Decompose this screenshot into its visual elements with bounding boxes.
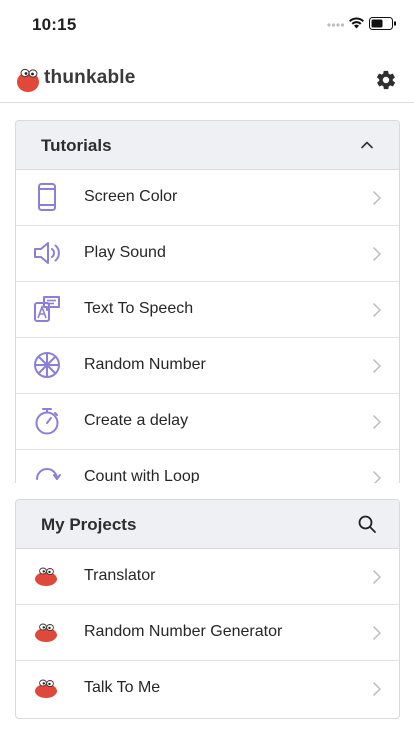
tutorial-label: Count with Loop [84,468,200,483]
status-time: 10:15 [32,15,77,34]
chevron-right-icon [373,626,382,640]
tutorial-label: Text To Speech [84,300,194,317]
thunkable-mascot-icon [32,617,62,647]
tutorials-header[interactable]: Tutorials [16,121,399,170]
loop-icon [32,462,62,483]
chevron-right-icon [373,359,382,373]
tutorial-item-random-number[interactable]: Random Number [16,338,399,394]
chevron-up-icon[interactable] [357,135,377,155]
chevron-right-icon [373,191,382,205]
brand-wordmark: thunkable [44,67,136,88]
projects-card: My Projects Translator Random Number Gen… [15,499,400,719]
project-label: Random Number Generator [84,623,283,640]
tutorial-item-screen-color[interactable]: Screen Color [16,170,399,226]
tutorial-label: Play Sound [84,244,166,261]
project-item-talk-to-me[interactable]: Talk To Me [16,661,399,716]
battery-icon [369,17,396,30]
tutorials-card: Tutorials Screen Color Play Sound Text T… [15,120,400,483]
speaker-icon [32,238,62,268]
text-to-speech-icon [32,294,62,324]
chevron-right-icon [373,415,382,429]
project-label: Translator [84,567,156,584]
thunkable-mascot-icon [32,561,62,591]
project-label: Talk To Me [84,679,161,696]
wheel-icon [32,350,62,380]
chevron-right-icon [373,570,382,584]
tutorials-title: Tutorials [41,136,112,155]
tutorial-label: Screen Color [84,188,178,205]
chevron-right-icon [373,247,382,261]
search-icon[interactable] [357,514,377,534]
wifi-icon [349,17,364,29]
thunkable-logo-icon [17,68,39,92]
tutorial-item-count-with-loop[interactable]: Count with Loop [16,450,399,483]
chevron-right-icon [373,303,382,317]
tutorial-item-text-to-speech[interactable]: Text To Speech [16,282,399,338]
app-header: thunkable [0,52,414,103]
stopwatch-icon [32,406,62,436]
tutorial-item-create-delay[interactable]: Create a delay [16,394,399,450]
chevron-right-icon [373,682,382,696]
chevron-right-icon [373,471,382,483]
status-bar: 10:15 [0,0,414,50]
project-item-random-number-generator[interactable]: Random Number Generator [16,605,399,661]
tutorial-item-play-sound[interactable]: Play Sound [16,226,399,282]
project-item-translator[interactable]: Translator [16,549,399,605]
tutorial-label: Random Number [84,356,206,373]
cellular-signal-icon [327,23,345,27]
phone-screen-icon [32,182,62,212]
gear-icon[interactable] [375,69,397,91]
projects-title: My Projects [41,515,137,534]
tutorial-label: Create a delay [84,412,189,429]
thunkable-mascot-icon [32,673,62,703]
projects-header: My Projects [16,500,399,549]
